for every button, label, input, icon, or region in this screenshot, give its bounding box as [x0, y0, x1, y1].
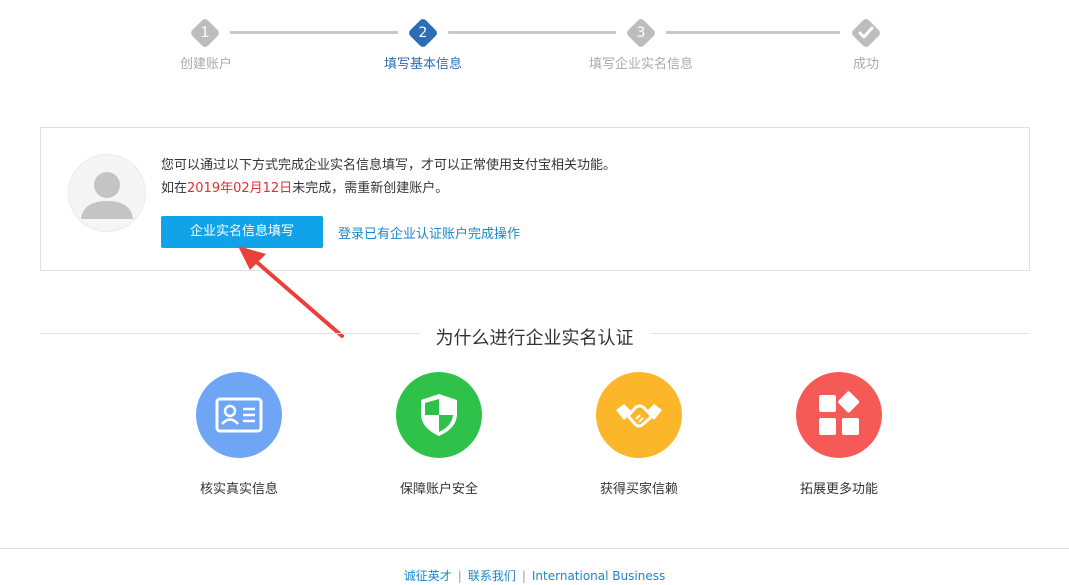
step-2-label: 填写基本信息 [383, 57, 462, 72]
apps-icon [796, 372, 882, 458]
check-icon [858, 26, 874, 39]
deadline-date: 2019年02月12日 [187, 181, 293, 196]
login-existing-account-link[interactable]: 登录已有企业认证账户完成操作 [338, 223, 520, 242]
feature-more-functions: 拓展更多功能 [774, 372, 904, 497]
info-line-2: 如在2019年02月12日未完成，需重新创建账户。 [161, 181, 449, 196]
feature-label: 保障账户安全 [399, 482, 478, 497]
step-2-marker: 2 [407, 17, 439, 49]
avatar [68, 154, 146, 232]
info-panel: 您可以通过以下方式完成企业实名信息填写，才可以正常使用支付宝相关功能。 如在20… [40, 127, 1030, 271]
feature-label: 拓展更多功能 [799, 482, 878, 497]
why-section-title: 为什么进行企业实名认证 [435, 328, 634, 349]
footer: 诚征英才 | 联系我们 | International Business [403, 569, 666, 583]
handshake-icon [596, 372, 682, 458]
step-4-marker [850, 17, 882, 49]
feature-label: 核实真实信息 [199, 482, 278, 497]
info-text: 您可以通过以下方式完成企业实名信息填写，才可以正常使用支付宝相关功能。 如在20… [161, 154, 616, 200]
progress-steps: 1 创建账户 2 填写基本信息 3 填写企业实名信息 成功 [0, 0, 1069, 80]
footer-link-contact[interactable]: 联系我们 [468, 569, 516, 583]
step-3-label: 填写企业实名信息 [588, 57, 693, 72]
step-connector [230, 31, 398, 34]
feature-verify-info: 核实真实信息 [174, 372, 304, 497]
step-3-marker: 3 [625, 17, 657, 49]
step-connector [666, 31, 840, 34]
feature-buyer-trust: 获得买家信赖 [574, 372, 704, 497]
step-connector [448, 31, 616, 34]
info-line-1: 您可以通过以下方式完成企业实名信息填写，才可以正常使用支付宝相关功能。 [161, 158, 617, 173]
footer-link-careers[interactable]: 诚征英才 [404, 569, 452, 583]
user-placeholder-icon [81, 172, 133, 219]
step-4-label: 成功 [852, 57, 879, 72]
feature-label: 获得买家信赖 [599, 482, 678, 497]
step-1-label: 创建账户 [179, 57, 232, 72]
footer-divider [0, 548, 1069, 549]
shield-icon [396, 372, 482, 458]
footer-link-international[interactable]: International Business [532, 569, 665, 583]
step-1-marker: 1 [189, 17, 221, 49]
id-card-icon [196, 372, 282, 458]
feature-account-security: 保障账户安全 [374, 372, 504, 497]
